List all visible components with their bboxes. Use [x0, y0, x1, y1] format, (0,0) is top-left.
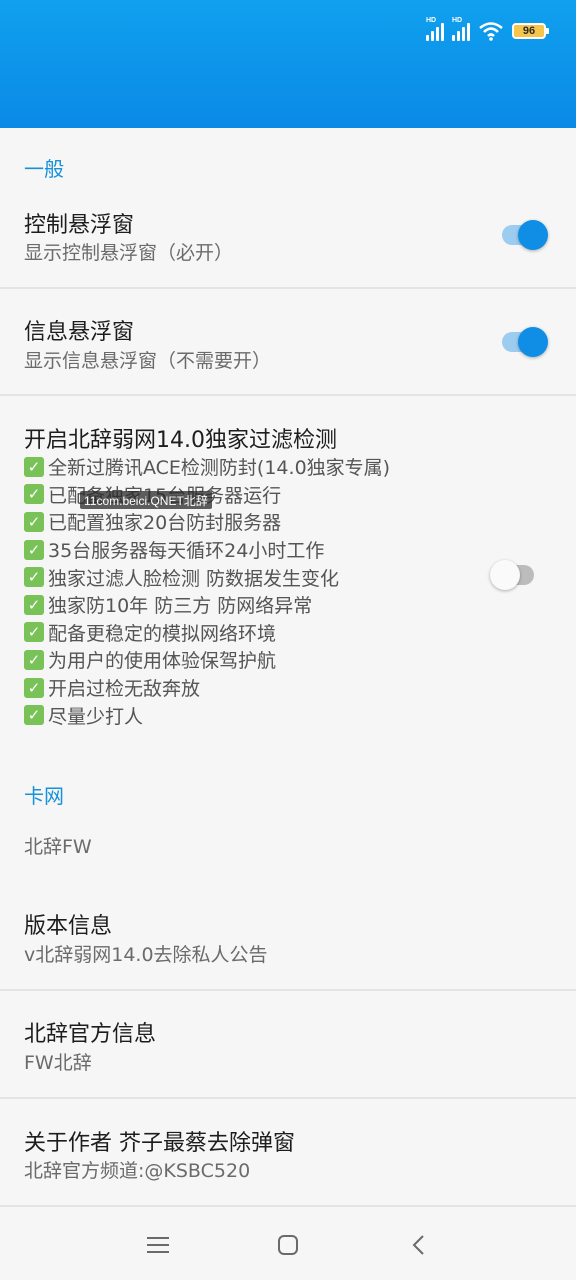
list-item: ✓ 已配置独家20台防封服务器	[24, 508, 390, 536]
check-icon: ✓	[24, 539, 44, 560]
watermark-label: 11com.beici.QNET北辞	[80, 491, 212, 509]
check-icon: ✓	[24, 594, 44, 615]
control-float-subtitle: 显示控制悬浮窗（必开）	[24, 242, 234, 264]
signal-icon: HD	[452, 17, 470, 41]
check-icon: ✓	[24, 456, 44, 477]
official-subtitle: FW北辞	[24, 1052, 92, 1074]
check-icon: ✓	[24, 511, 44, 532]
status-icons: HD HD 96	[426, 17, 549, 42]
filter-detect-switch[interactable]	[490, 559, 540, 590]
app-bar: HD HD 96	[0, 0, 576, 128]
divider	[0, 394, 576, 396]
feature-text: 为用户的使用体验保驾护航	[48, 650, 277, 673]
home-button[interactable]	[268, 1228, 308, 1262]
author-subtitle: 北辞官方频道:@KSBC520	[24, 1160, 251, 1182]
signal-hd-label: HD	[452, 17, 463, 24]
section-title-general: 一般	[24, 157, 64, 181]
list-item: ✓ 配备更稳定的模拟网络环境	[24, 619, 390, 647]
list-item: ✓ 为用户的使用体验保驾护航	[24, 646, 390, 674]
list-item: ✓ 开启过检无敌奔放	[24, 674, 390, 702]
feature-text: 已配置独家20台防封服务器	[48, 512, 282, 535]
check-icon: ✓	[24, 622, 44, 643]
check-icon: ✓	[24, 484, 44, 505]
list-item: ✓ 35台服务器每天循环24小时工作	[24, 536, 390, 564]
list-item: ✓ 全新过腾讯ACE检测防封(14.0独家专属)	[24, 453, 390, 481]
feature-text: 全新过腾讯ACE检测防封(14.0独家专属)	[48, 457, 391, 480]
feature-text: 开启过检无敌奔放	[48, 678, 201, 701]
menu-icon	[147, 1237, 169, 1253]
feature-text: 尽量少打人	[48, 705, 144, 728]
list-item: ✓ 独家防10年 防三方 防网络异常	[24, 591, 390, 619]
divider	[0, 989, 576, 991]
navigation-bar	[0, 1208, 576, 1280]
control-float-switch[interactable]	[500, 219, 550, 250]
check-icon: ✓	[24, 649, 44, 670]
version-subtitle: v北辞弱网14.0去除私人公告	[24, 944, 268, 966]
list-item: ✓ 独家过滤人脸检测 防数据发生变化	[24, 563, 390, 591]
menu-button[interactable]	[138, 1228, 178, 1262]
divider	[0, 1205, 576, 1207]
feature-text: 独家防10年 防三方 防网络异常	[48, 595, 313, 618]
divider	[0, 1097, 576, 1099]
check-icon: ✓	[24, 567, 44, 588]
info-float-switch[interactable]	[500, 326, 550, 357]
feature-text: 独家过滤人脸检测 防数据发生变化	[48, 567, 340, 590]
feature-text: 35台服务器每天循环24小时工作	[48, 540, 325, 563]
check-icon: ✓	[24, 705, 44, 726]
switch-thumb	[518, 220, 548, 250]
back-icon	[412, 1235, 424, 1255]
signal-hd-label: HD	[426, 17, 437, 24]
check-icon: ✓	[24, 677, 44, 698]
info-float-subtitle: 显示信息悬浮窗（不需要开）	[24, 350, 272, 372]
back-button[interactable]	[398, 1228, 438, 1262]
switch-thumb	[490, 560, 520, 590]
filter-detect-title: 开启北辞弱网14.0独家过滤检测	[24, 428, 337, 453]
version-title[interactable]: 版本信息	[24, 908, 112, 940]
feature-text: 配备更稳定的模拟网络环境	[48, 622, 277, 645]
signal-icon: HD	[426, 17, 444, 41]
official-title[interactable]: 北辞官方信息	[24, 1016, 156, 1048]
switch-thumb	[518, 327, 548, 357]
info-float-title: 信息悬浮窗	[24, 320, 135, 345]
home-icon	[278, 1235, 298, 1255]
card-network-name[interactable]: 北辞FW	[24, 832, 92, 859]
list-item: ✓ 尽量少打人	[24, 701, 390, 729]
battery-icon: 96	[512, 23, 549, 39]
battery-level: 96	[522, 25, 536, 37]
section-title-card-network: 卡网	[24, 784, 64, 808]
wifi-icon	[479, 22, 503, 41]
author-title[interactable]: 关于作者 芥子最蔡去除弹窗	[24, 1125, 295, 1157]
divider	[0, 287, 576, 289]
control-float-title: 控制悬浮窗	[24, 213, 135, 238]
